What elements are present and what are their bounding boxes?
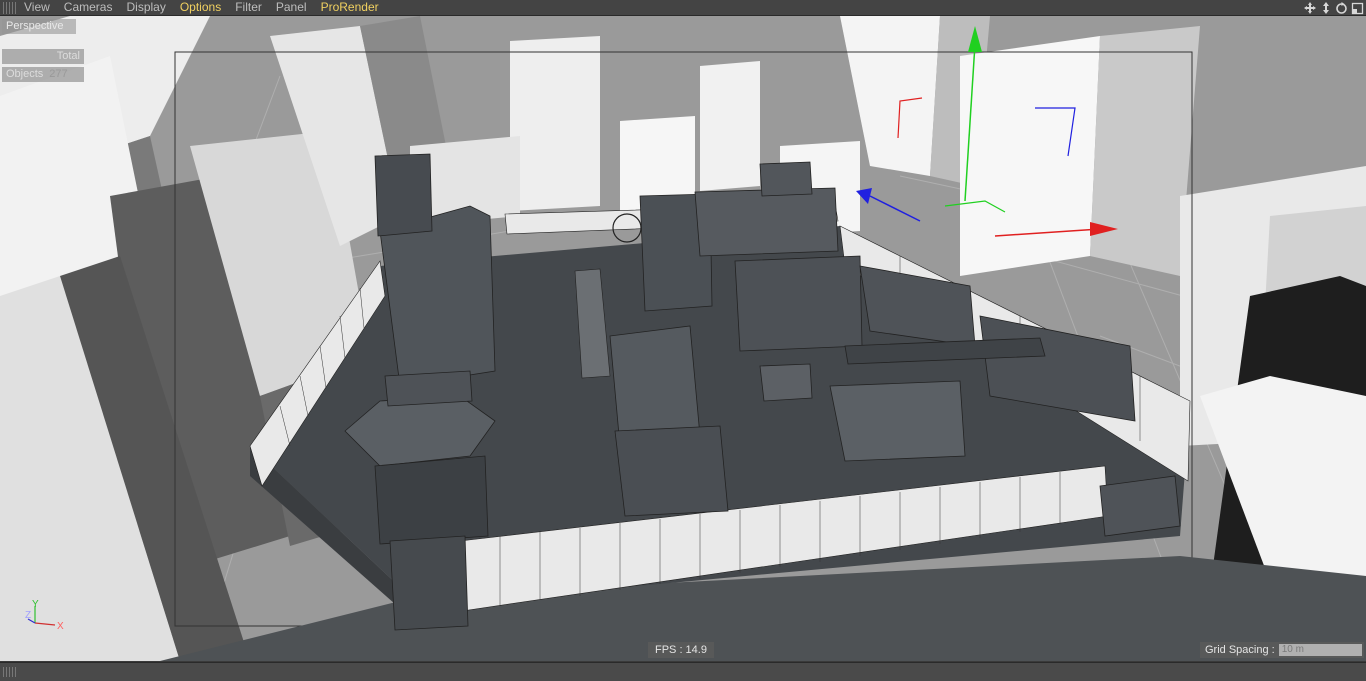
rotate-view-icon[interactable] [1335,1,1348,15]
stats-objects-label: Objects [6,68,44,80]
menu-prorender[interactable]: ProRender [321,0,379,15]
axis-z-label: Z [25,610,31,621]
fps-readout: FPS : 14.9 [648,642,714,658]
menu-display[interactable]: Display [126,0,165,15]
camera-name-label: Perspective [2,19,76,34]
move-view-icon[interactable] [1303,1,1317,15]
menu-options[interactable]: Options [180,0,221,15]
bottom-bar [0,662,1366,681]
stats-objects-value: 277 [49,68,68,80]
stats-objects: Objects 277 [2,67,84,82]
grid-spacing-readout: Grid Spacing : 10 m [1200,642,1364,658]
axis-y-label: Y [32,599,39,610]
stats-total-label: Total [2,49,84,64]
dolly-view-icon[interactable] [1320,1,1332,15]
menu-filter[interactable]: Filter [235,0,262,15]
menu-view[interactable]: View [24,0,50,15]
view-navigation-icons [1300,0,1364,15]
viewport-menubar: View Cameras Display Options Filter Pane… [0,0,1366,16]
scene-render[interactable]: Y Z X [0,16,1366,661]
menu-panel[interactable]: Panel [276,0,307,15]
axis-x-label: X [57,621,64,632]
maximize-view-icon[interactable] [1351,1,1364,15]
grid-spacing-value: 10 m [1278,644,1362,656]
3d-viewport[interactable]: Y Z X Perspective Total Objects 277 FPS :… [0,16,1366,661]
menubar-grip-icon[interactable] [3,1,17,14]
grid-spacing-label: Grid Spacing : [1205,644,1275,656]
menu-cameras[interactable]: Cameras [64,0,113,15]
bottom-grip-icon[interactable] [3,667,17,677]
